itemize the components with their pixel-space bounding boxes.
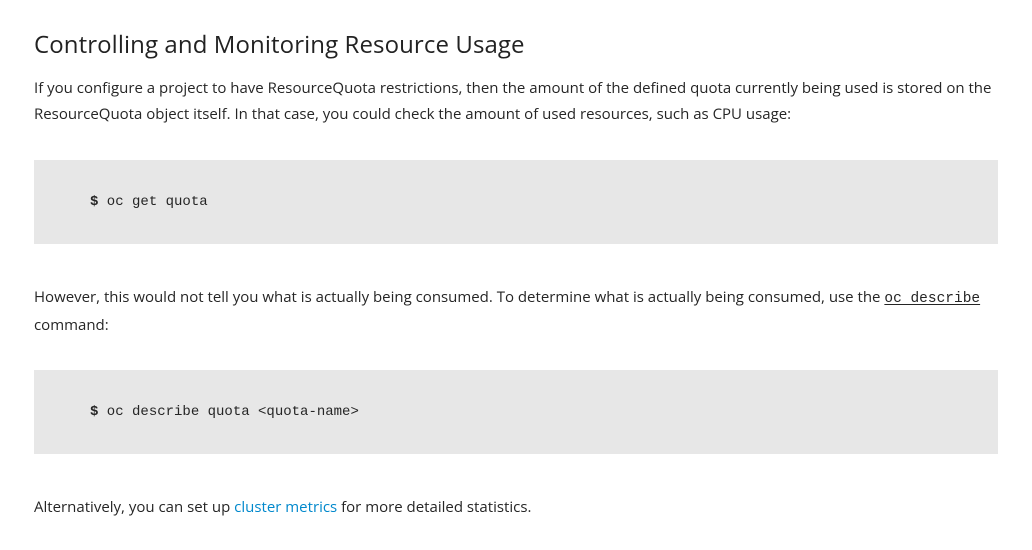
paragraph-3: Alternatively, you can set up cluster me…	[34, 494, 998, 520]
text-pre: However, this would not tell you what is…	[34, 287, 884, 307]
section-heading: Controlling and Monitoring Resource Usag…	[34, 28, 998, 61]
code-block-describe-quota: $ oc describe quota <quota-name>	[34, 370, 998, 454]
code-content: $ oc get quota	[90, 194, 942, 210]
code-block-get-quota: $ oc get quota	[34, 160, 998, 244]
code-content: $ oc describe quota <quota-name>	[90, 404, 942, 420]
shell-command: oc get quota	[98, 194, 207, 210]
text-post: for more detailed statistics.	[337, 497, 531, 517]
shell-command: oc describe quota <quota-name>	[98, 404, 358, 420]
text-post: command:	[34, 315, 109, 335]
doc-section: Controlling and Monitoring Resource Usag…	[0, 0, 1032, 550]
inline-code-oc-describe: oc describe	[884, 291, 980, 307]
text-pre: Alternatively, you can set up	[34, 497, 234, 517]
link-cluster-metrics[interactable]: cluster metrics	[234, 497, 337, 517]
intro-paragraph: If you configure a project to have Resou…	[34, 75, 998, 128]
paragraph-2: However, this would not tell you what is…	[34, 284, 998, 339]
